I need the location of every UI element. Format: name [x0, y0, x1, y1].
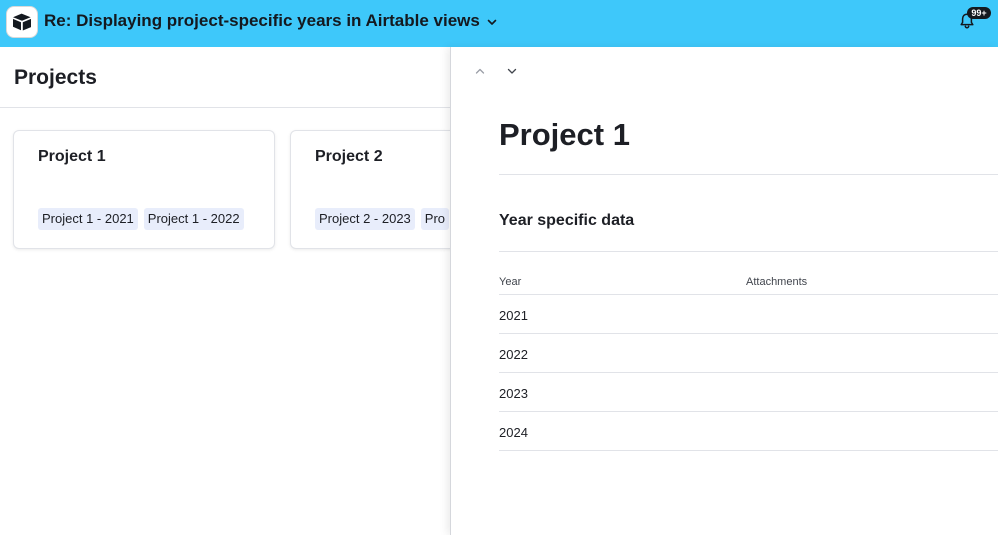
linked-records-chips: Project 2 - 2023 Pro [315, 208, 450, 230]
year-cell: 2022 [499, 347, 528, 362]
next-record-button[interactable] [503, 62, 521, 80]
record-detail-panel: Project 1 Year specific data Year Attach… [450, 47, 998, 535]
chevron-down-icon [486, 14, 498, 28]
chevron-down-icon [507, 68, 517, 74]
linked-record-chip[interactable]: Pro [420, 208, 450, 230]
linked-record-chip[interactable]: Project 1 - 2022 [143, 208, 244, 230]
top-bar: Re: Displaying project-specific years in… [0, 0, 998, 47]
column-header-year[interactable]: Year [499, 276, 521, 288]
linked-record-chip[interactable]: Project 2 - 2023 [315, 208, 415, 230]
column-header-attachments[interactable]: Attachments [746, 276, 807, 288]
table-row[interactable]: 2022 [499, 334, 998, 373]
table-row[interactable]: 2021 [499, 295, 998, 334]
linked-records-table: Year Attachments 2021 2022 2023 2024 [499, 269, 998, 451]
card-title: Project 2 [315, 148, 383, 165]
notification-count-badge: 99+ [967, 7, 991, 19]
table-header-row: Year Attachments [499, 269, 998, 295]
year-cell: 2024 [499, 425, 528, 440]
divider [499, 174, 998, 175]
gallery-card-project-1[interactable]: Project 1 Project 1 - 2021 Project 1 - 2… [13, 130, 275, 249]
record-title: Project 1 [499, 117, 630, 152]
linked-records-chips: Project 1 - 2021 Project 1 - 2022 [38, 208, 244, 230]
table-row[interactable]: 2024 [499, 412, 998, 451]
year-cell: 2021 [499, 308, 528, 323]
card-title: Project 1 [38, 148, 106, 165]
year-cell: 2023 [499, 386, 528, 401]
interface-page-header: Projects [0, 47, 451, 108]
linked-record-chip[interactable]: Project 1 - 2021 [38, 208, 138, 230]
table-row[interactable]: 2023 [499, 373, 998, 412]
divider [499, 251, 998, 252]
section-title: Year specific data [499, 212, 635, 229]
previous-record-button[interactable] [471, 62, 489, 80]
chevron-up-icon [475, 68, 485, 74]
page-title: Projects [14, 66, 97, 89]
base-title: Re: Displaying project-specific years in… [44, 11, 480, 30]
base-title-menu[interactable]: Re: Displaying project-specific years in… [44, 11, 498, 31]
airtable-logo-icon[interactable] [6, 6, 38, 38]
